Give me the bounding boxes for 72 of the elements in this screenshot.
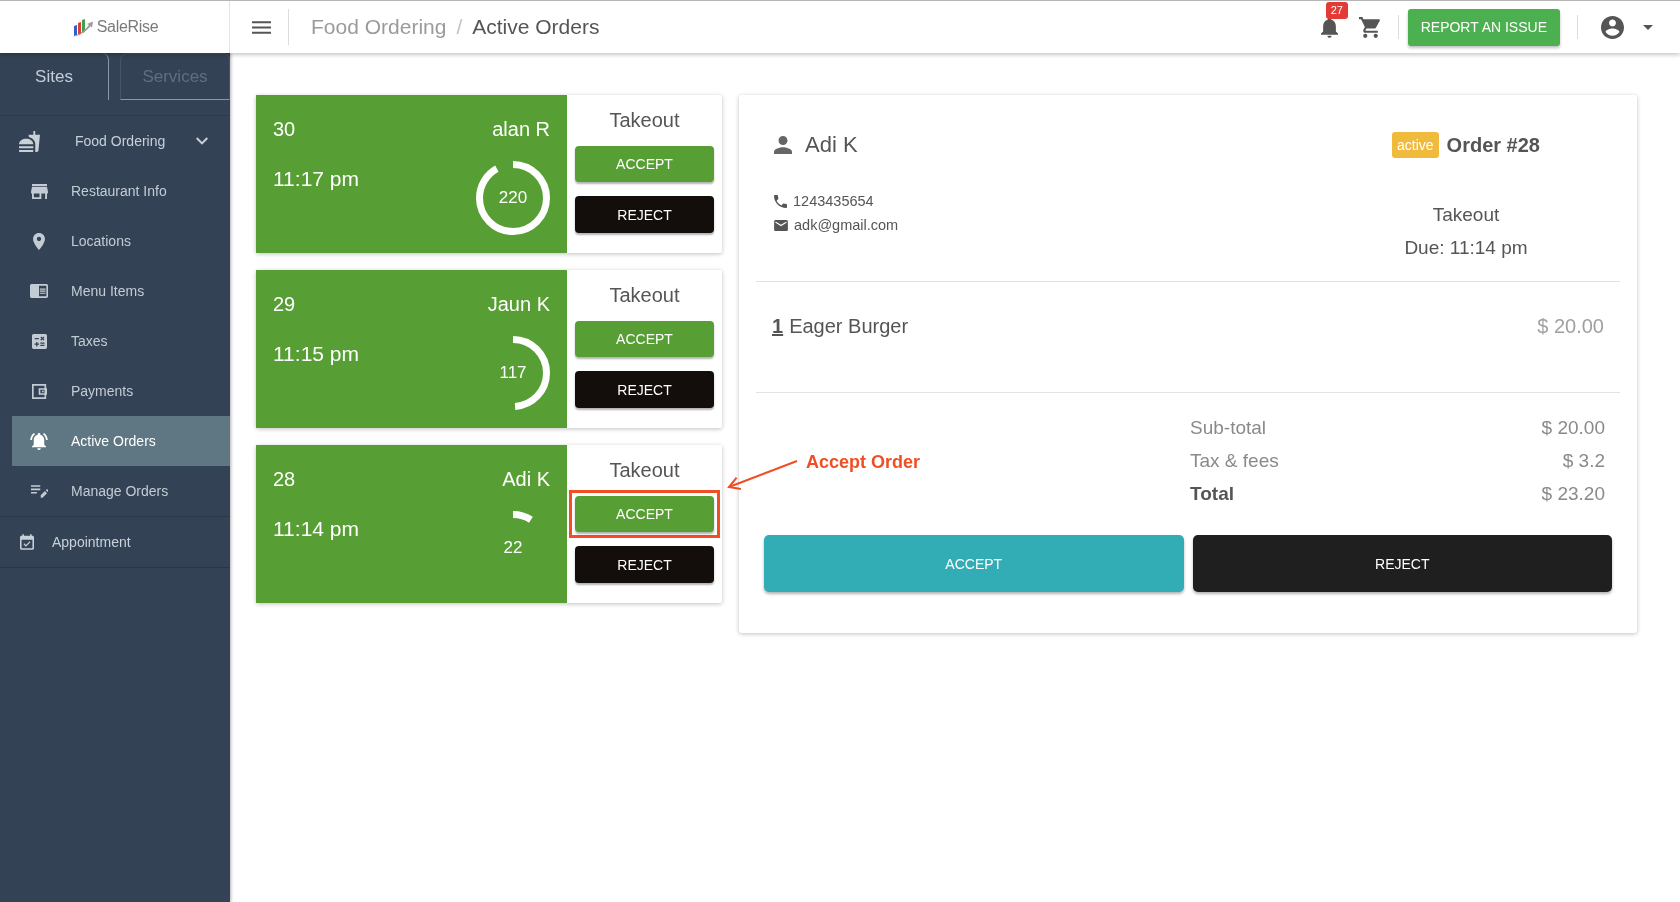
order-type: Takeout	[608, 283, 681, 308]
sidebar-item[interactable]: Food Ordering	[0, 116, 230, 166]
reject-button[interactable]: REJECT	[1192, 535, 1612, 592]
person-icon	[774, 136, 792, 154]
storefront-icon	[30, 183, 48, 199]
reject-button[interactable]: REJECT	[575, 546, 714, 583]
timer-count: 117	[499, 363, 527, 383]
item-name: Eager Burger	[789, 314, 909, 339]
logo-text: SaleRise	[96, 18, 159, 36]
due-time: Due: 11:14 pm	[1404, 236, 1528, 260]
caret-down-icon[interactable]	[1643, 24, 1653, 30]
wallet-icon	[31, 383, 47, 399]
phone-icon	[774, 194, 787, 208]
sidebar-item[interactable]: Active Orders	[12, 416, 230, 466]
order-number: 28	[273, 467, 297, 492]
menu-card-icon	[30, 284, 48, 298]
order-number: 29	[273, 292, 297, 317]
account-icon[interactable]	[1601, 15, 1624, 39]
menu-icon[interactable]	[252, 20, 271, 34]
email-address: adk@gmail.com	[794, 216, 899, 235]
accept-button[interactable]: ACCEPT	[575, 146, 714, 182]
order-type: Takeout	[608, 108, 681, 133]
customer-name: Jaun K	[487, 292, 550, 317]
reject-button[interactable]: REJECT	[575, 196, 714, 233]
sidebar-item[interactable]: Taxes	[12, 316, 230, 366]
breadcrumb-current: Active Orders	[472, 15, 600, 39]
sidebar-item[interactable]: Menu Items	[12, 266, 230, 316]
reject-button[interactable]: REJECT	[575, 371, 714, 408]
summary-label: Sub-total	[1190, 416, 1267, 440]
timer-count: 220	[498, 188, 528, 208]
sidebar-item[interactable]: Locations	[12, 216, 230, 266]
customer-name: alan R	[492, 117, 550, 142]
order-time: 11:15 pm	[273, 341, 359, 367]
calendar-check-icon	[19, 534, 34, 550]
accept-button[interactable]: ACCEPT	[575, 496, 714, 532]
status-badge: active	[1392, 132, 1439, 158]
accept-button[interactable]: ACCEPT	[575, 321, 714, 357]
order-time: 11:14 pm	[273, 516, 359, 542]
annotation-arrow	[727, 457, 799, 491]
sidebar-item[interactable]: Restaurant Info	[12, 166, 230, 216]
list-edit-icon	[30, 484, 48, 498]
ringing-bell-icon	[30, 432, 48, 450]
summary-label: Tax & fees	[1190, 449, 1279, 473]
item-quantity: 1	[772, 314, 784, 339]
notification-badge: 27	[1325, 1, 1348, 19]
annotation-label: Accept Order	[806, 451, 921, 473]
map-pin-icon	[33, 232, 45, 250]
item-price: $ 20.00	[1537, 314, 1604, 339]
sidebar-tab[interactable]: Sites	[0, 53, 109, 100]
mail-icon	[774, 219, 788, 231]
sidebar-item[interactable]: Manage Orders	[12, 466, 230, 516]
timer-count: 22	[503, 538, 523, 558]
breadcrumb-separator: /	[456, 15, 463, 39]
customer-name: Adi K	[805, 132, 858, 158]
cart-icon[interactable]	[1358, 16, 1382, 38]
order-title: Order #28	[1446, 133, 1540, 157]
summary-value: $ 23.20	[1541, 482, 1605, 506]
phone-number: 1243435654	[793, 192, 874, 211]
order-type: Takeout	[1432, 203, 1500, 227]
summary-value: $ 20.00	[1541, 416, 1605, 440]
sidebar-item[interactable]: Appointment	[0, 517, 230, 568]
customer-name: Adi K	[502, 467, 550, 492]
order-time: 11:17 pm	[273, 166, 359, 192]
order-number: 30	[273, 117, 297, 142]
burger-drink-icon	[19, 130, 40, 152]
summary-label: Total	[1190, 482, 1234, 506]
bell-icon[interactable]	[1320, 16, 1338, 38]
order-type: Takeout	[608, 458, 681, 483]
summary-value: $ 3.2	[1562, 449, 1605, 473]
chevron-down-icon[interactable]	[196, 137, 208, 145]
calculator-icon	[31, 333, 47, 349]
sidebar-item[interactable]: Payments	[12, 366, 230, 416]
